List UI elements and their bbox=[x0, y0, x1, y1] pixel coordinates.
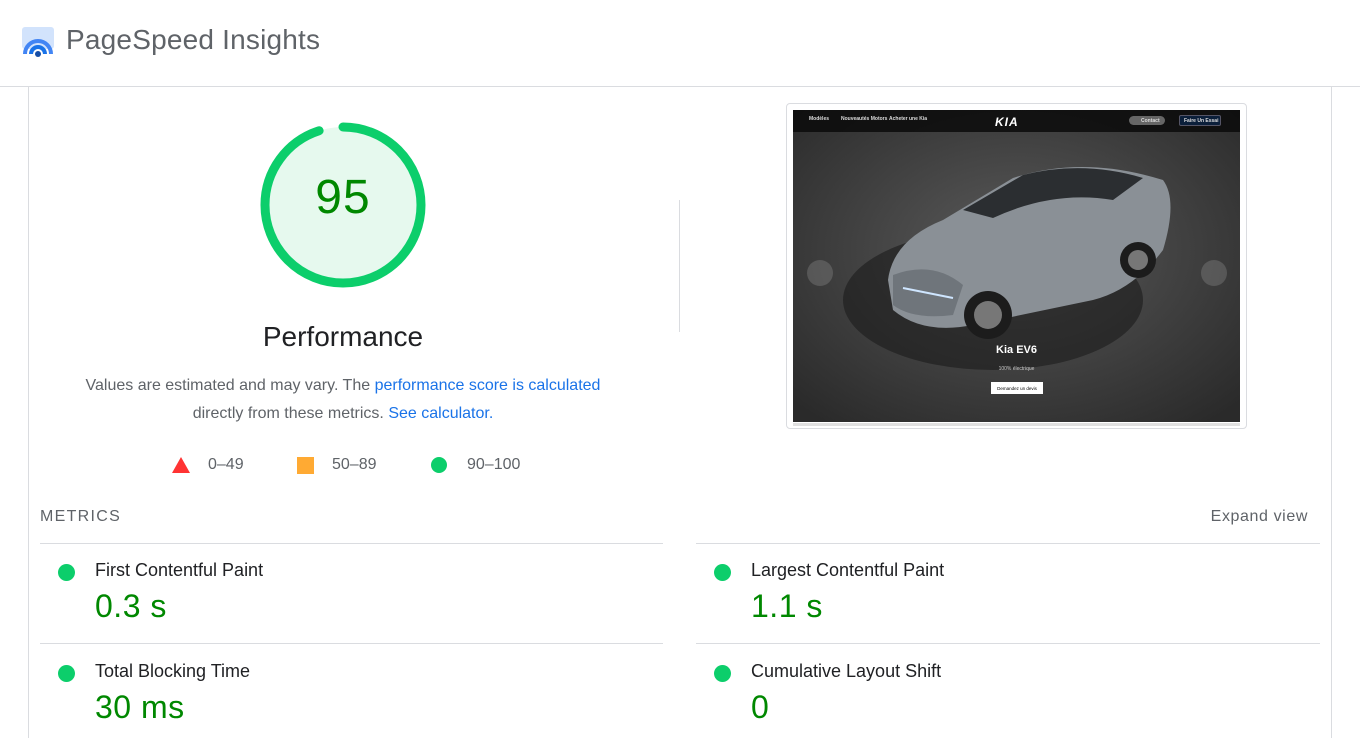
pass-circle-icon bbox=[431, 457, 447, 473]
kia-logo: KIA bbox=[995, 115, 1019, 129]
legend-average: 50–89 bbox=[297, 455, 377, 475]
screenshot-image: Modèles Nouveautés Motors Acheter une Ki… bbox=[793, 110, 1240, 422]
metric-cumulative-layout-shift: Cumulative Layout Shift 0 bbox=[696, 645, 1276, 745]
nav-cta: Faire Un Essai bbox=[1179, 115, 1221, 126]
metric-largest-contentful-paint: Largest Contentful Paint 1.1 s bbox=[696, 544, 1276, 644]
legend-pass-label: 90–100 bbox=[467, 456, 521, 473]
legend-fail-label: 0–49 bbox=[208, 456, 244, 473]
car-subtitle: 100% électrique bbox=[998, 366, 1035, 372]
carousel-next-icon bbox=[1201, 260, 1227, 286]
score-calculated-link[interactable]: performance score is calculated bbox=[375, 377, 601, 394]
legend-average-label: 50–89 bbox=[332, 456, 377, 473]
metric-first-contentful-paint: First Contentful Paint 0.3 s bbox=[40, 544, 620, 644]
metric-value: 1.1 s bbox=[751, 588, 823, 624]
metric-value: 0.3 s bbox=[95, 588, 167, 624]
average-square-icon bbox=[297, 456, 314, 474]
pass-circle-icon bbox=[58, 665, 75, 682]
performance-title: Performance bbox=[262, 321, 424, 352]
see-calculator-link[interactable]: See calculator. bbox=[388, 405, 493, 422]
metric-name: Largest Contentful Paint bbox=[751, 560, 945, 580]
metrics-heading: METRICS bbox=[40, 508, 122, 525]
nav-item: Nouveautés Motors bbox=[841, 116, 888, 122]
pass-circle-icon bbox=[58, 564, 75, 581]
metric-value: 0 bbox=[751, 689, 770, 725]
app-header: PageSpeed Insights bbox=[0, 0, 1360, 87]
pagespeed-logo-icon[interactable] bbox=[20, 24, 56, 60]
screenshot-nav: Modèles Nouveautés Motors Acheter une Ki… bbox=[793, 110, 1240, 132]
performance-score: 95 bbox=[315, 171, 371, 224]
legend-pass: 90–100 bbox=[431, 455, 520, 475]
pass-circle-icon bbox=[714, 564, 731, 581]
description-prefix: Values are estimated and may vary. The bbox=[85, 377, 375, 394]
expand-view-button[interactable]: Expand view bbox=[1170, 508, 1308, 526]
nav-search-pill: Contact bbox=[1129, 116, 1165, 125]
description-mid: directly from these metrics. bbox=[192, 405, 389, 422]
pass-circle-icon bbox=[714, 665, 731, 682]
car-cta-button: Demandez un devis bbox=[991, 382, 1043, 394]
legend-fail: 0–49 bbox=[172, 455, 244, 475]
metric-value: 30 ms bbox=[95, 689, 185, 725]
metric-name: Cumulative Layout Shift bbox=[751, 661, 942, 681]
fail-triangle-icon bbox=[172, 457, 190, 473]
app-title[interactable]: PageSpeed Insights bbox=[66, 24, 320, 56]
screenshot-scrollbar bbox=[793, 423, 1240, 426]
performance-description: Values are estimated and may vary. The p… bbox=[40, 372, 646, 428]
metric-name: First Contentful Paint bbox=[95, 560, 264, 580]
vertical-divider bbox=[679, 200, 680, 332]
carousel-prev-icon bbox=[807, 260, 833, 286]
final-screenshot[interactable]: Modèles Nouveautés Motors Acheter une Ki… bbox=[786, 103, 1247, 429]
nav-item: Modèles bbox=[809, 116, 830, 122]
nav-item: Acheter une Kia bbox=[889, 116, 928, 122]
car-name: Kia EV6 bbox=[996, 344, 1037, 356]
metric-name: Total Blocking Time bbox=[95, 661, 251, 681]
metric-total-blocking-time: Total Blocking Time 30 ms bbox=[40, 645, 620, 745]
car-image bbox=[793, 110, 1240, 422]
